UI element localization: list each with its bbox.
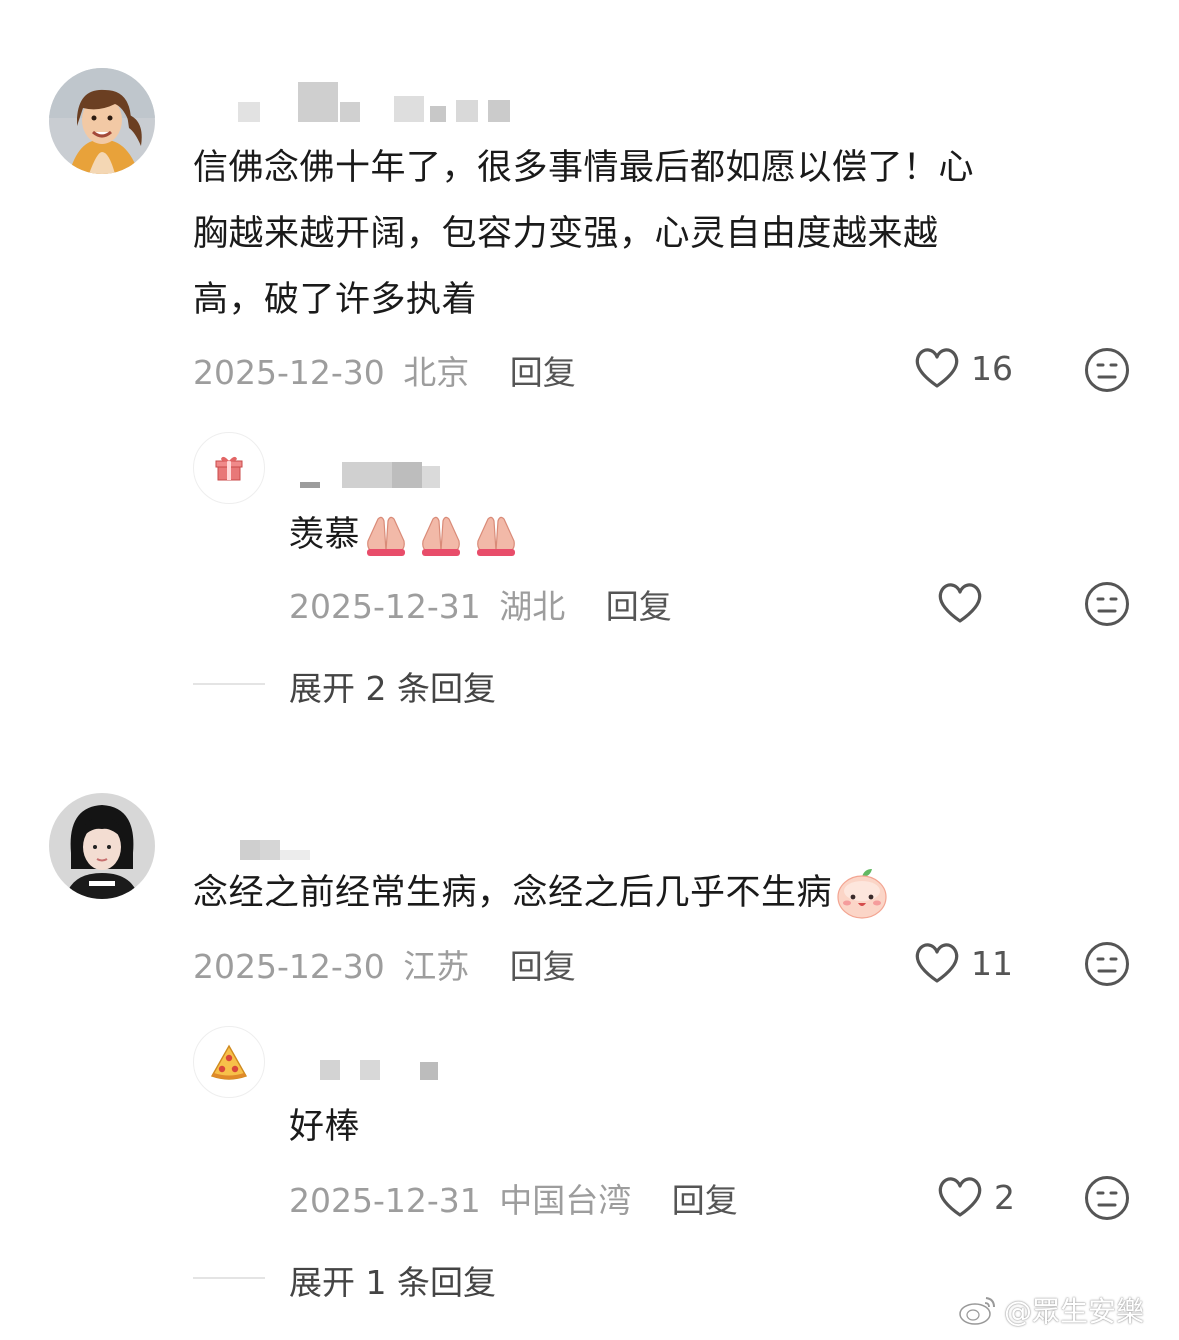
comment-meta-1: 2025-12-30 北京 回复 xyxy=(193,346,576,394)
dislike-button[interactable] xyxy=(1084,347,1130,397)
heart-icon xyxy=(915,943,959,983)
pizza-icon xyxy=(210,1044,248,1080)
watermark-text: @眾生安樂 xyxy=(1004,1295,1145,1328)
comment-line: 胸越来越开阔，包容力变强，心灵自由度越来越 xyxy=(193,214,939,254)
reply-date: 2025-12-31 xyxy=(289,587,481,626)
meh-face-icon xyxy=(1085,348,1129,392)
comment-location: 江苏 xyxy=(403,947,470,986)
reply-text: 羡慕 xyxy=(289,515,361,555)
reply-location: 湖北 xyxy=(499,587,566,626)
like-count: 2 xyxy=(994,1177,1015,1217)
heart-icon xyxy=(915,348,959,388)
like-button[interactable]: 16 xyxy=(913,346,1013,390)
reply-text: 好棒 xyxy=(289,1107,361,1147)
username-blurred-reply-1[interactable] xyxy=(300,462,440,488)
peach-face-emoji xyxy=(837,869,887,919)
avatar-user-1[interactable] xyxy=(49,68,155,174)
reply-button[interactable]: 回复 xyxy=(672,1181,738,1220)
heart-icon xyxy=(938,1177,982,1217)
avatar-reply-1[interactable] xyxy=(193,432,265,504)
expand-replies-button[interactable]: 展开 1 条回复 xyxy=(289,1256,496,1304)
gift-icon xyxy=(215,456,243,481)
comment-location: 北京 xyxy=(403,353,470,392)
dislike-button[interactable] xyxy=(1084,941,1130,991)
dislike-button[interactable] xyxy=(1084,1175,1130,1225)
comment-text-2: 念经之前经常生病，念经之后几乎不生病 xyxy=(193,860,890,926)
like-count: 16 xyxy=(971,348,1013,388)
comment-text-1: 信佛念佛十年了，很多事情最后都如愿以偿了！心 胸越来越开阔，包容力变强，心灵自由… xyxy=(193,135,1133,333)
expand-divider xyxy=(193,1277,265,1279)
dislike-button[interactable] xyxy=(1084,581,1130,631)
username-blurred-reply-2[interactable] xyxy=(320,1060,438,1080)
comment-date: 2025-12-30 xyxy=(193,353,385,392)
reply-location: 中国台湾 xyxy=(499,1181,632,1220)
reply-meta-2: 2025-12-31 中国台湾 回复 xyxy=(289,1174,738,1222)
meh-face-icon xyxy=(1085,1176,1129,1220)
meh-face-icon xyxy=(1085,942,1129,986)
reply-text-1: 羡慕 xyxy=(289,502,532,568)
like-button[interactable]: 11 xyxy=(913,941,1013,985)
reply-date: 2025-12-31 xyxy=(289,1181,481,1220)
watermark: @眾生安樂 xyxy=(958,1290,1144,1330)
avatar-reply-2[interactable] xyxy=(193,1026,265,1098)
like-count: 11 xyxy=(971,943,1013,983)
avatar-user-2[interactable] xyxy=(49,793,155,899)
like-button[interactable]: 2 xyxy=(936,1175,1015,1219)
reply-meta-1: 2025-12-31 湖北 回复 xyxy=(289,580,672,628)
weibo-icon xyxy=(959,1297,995,1325)
comment-line: 高，破了许多执着 xyxy=(193,280,478,320)
reply-button[interactable]: 回复 xyxy=(510,353,576,392)
reply-button[interactable]: 回复 xyxy=(606,587,672,626)
like-button[interactable] xyxy=(936,581,984,629)
username-blurred-1[interactable] xyxy=(238,78,510,122)
heart-icon xyxy=(938,583,982,623)
comment-meta-2: 2025-12-30 江苏 回复 xyxy=(193,940,576,988)
reply-text-2: 好棒 xyxy=(289,1094,360,1160)
comment-date: 2025-12-30 xyxy=(193,947,385,986)
comment-line: 念经之前经常生病，念经之后几乎不生病 xyxy=(193,873,833,913)
meh-face-icon xyxy=(1085,582,1129,626)
comment-line: 信佛念佛十年了，很多事情最后都如愿以偿了！心 xyxy=(193,148,975,188)
username-blurred-2[interactable] xyxy=(240,820,310,860)
pray-hands-emoji xyxy=(367,516,516,556)
expand-divider xyxy=(193,683,265,685)
reply-button[interactable]: 回复 xyxy=(510,947,576,986)
expand-replies-button[interactable]: 展开 2 条回复 xyxy=(289,662,496,710)
